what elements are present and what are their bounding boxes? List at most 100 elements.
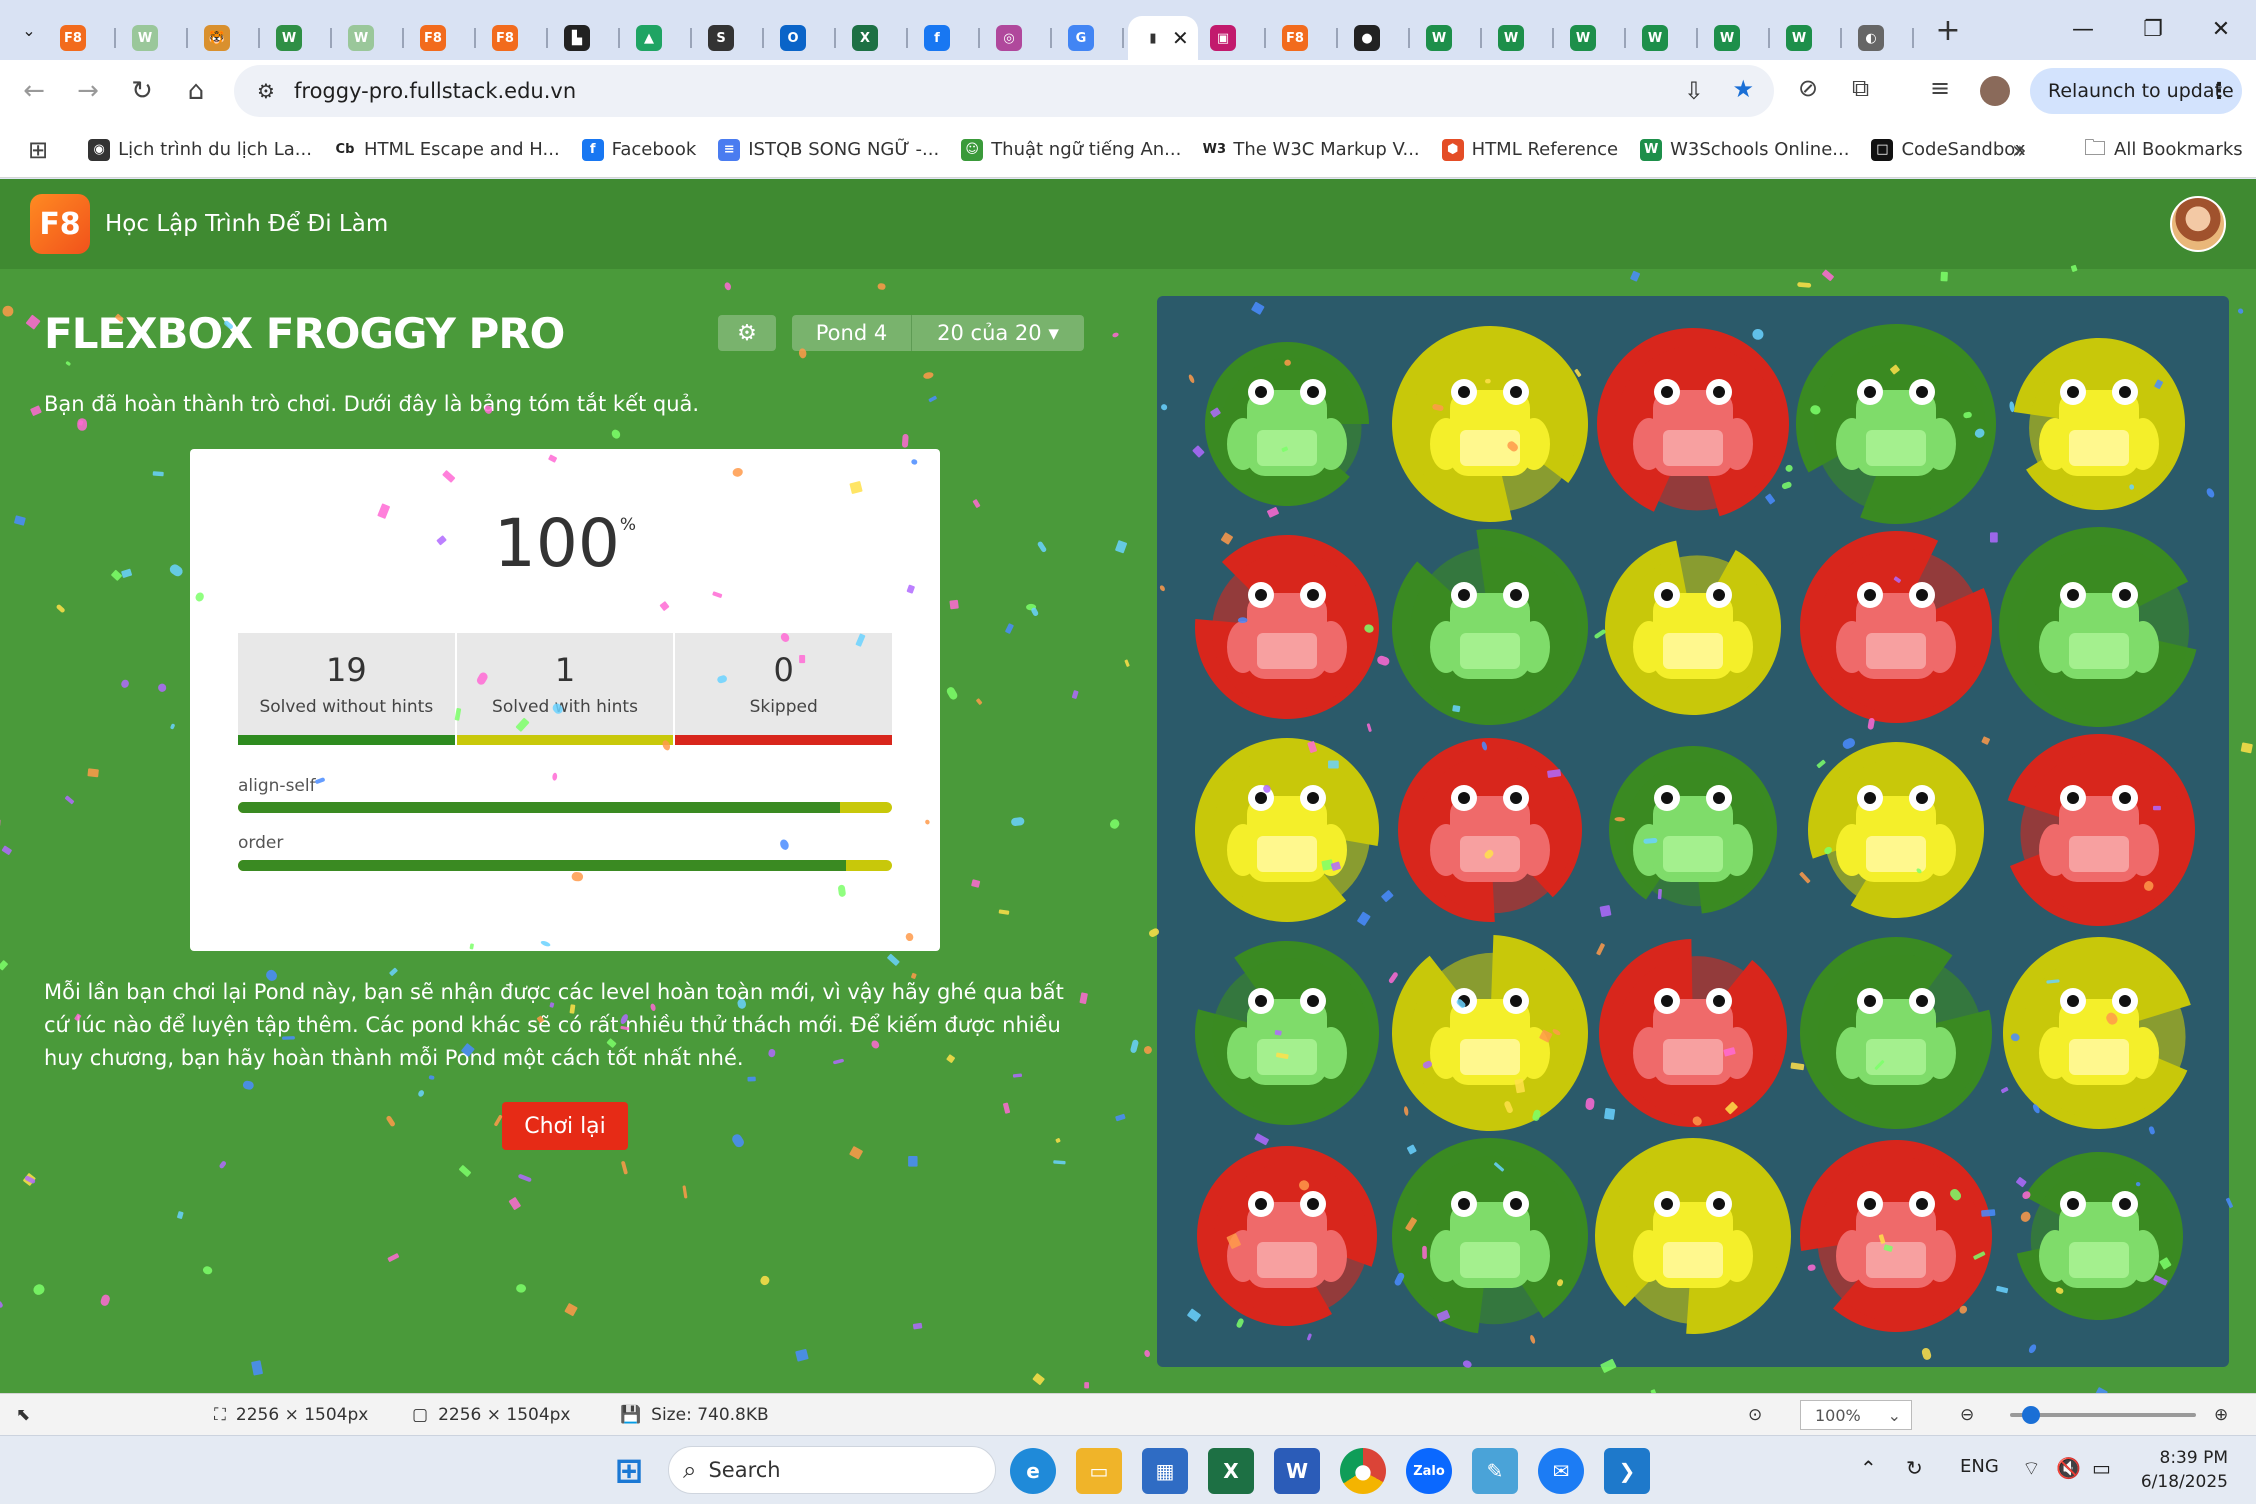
media-icon[interactable]: ≡ xyxy=(1930,74,1950,102)
language-indicator[interactable]: ENG xyxy=(1960,1456,1999,1477)
close-window-button[interactable]: ✕ xyxy=(2186,0,2256,58)
url-text[interactable]: froggy-pro.fullstack.edu.vn xyxy=(294,79,576,103)
browser-tab[interactable]: W xyxy=(1630,16,1702,60)
minimize-button[interactable]: — xyxy=(2048,0,2118,58)
frog-tile xyxy=(1398,738,1582,922)
restore-button[interactable]: ❐ xyxy=(2118,0,2188,58)
browser-tab[interactable]: ◎ xyxy=(984,16,1056,60)
dimensions-text: 2256 × 1504px xyxy=(235,1405,369,1425)
profile-avatar[interactable] xyxy=(1980,76,2010,106)
zalo-icon[interactable]: Zalo xyxy=(1406,1448,1452,1494)
bookmark-item[interactable]: W W3Schools Online... xyxy=(1640,138,1849,161)
f8-logo[interactable]: F8 xyxy=(30,194,90,254)
browser-tab[interactable]: F8 xyxy=(1270,16,1342,60)
level-selector[interactable]: Pond 4 20 của 20 ▾ xyxy=(792,315,1084,351)
browser-tab[interactable]: 🐯 xyxy=(192,16,264,60)
sync-icon[interactable]: ↻ xyxy=(1906,1456,1923,1480)
browser-tab[interactable]: W xyxy=(1486,16,1558,60)
browser-tab[interactable]: ▲ xyxy=(624,16,696,60)
browser-tab[interactable]: F8 xyxy=(48,16,120,60)
paint-icon[interactable]: ✎ xyxy=(1472,1448,1518,1494)
frog-pupil xyxy=(1713,386,1725,398)
zoom-in-icon[interactable]: ⊕ xyxy=(2214,1405,2228,1425)
user-avatar[interactable] xyxy=(2170,196,2226,252)
bookmark-item[interactable]: Cb HTML Escape and H... xyxy=(333,138,560,161)
store-icon[interactable]: ▦ xyxy=(1142,1448,1188,1494)
new-tab-button[interactable]: + xyxy=(1926,8,1970,52)
pond-label[interactable]: Pond 4 xyxy=(792,315,912,351)
browser-tab[interactable]: X xyxy=(840,16,912,60)
bookmark-item[interactable]: □ CodeSandbox xyxy=(1871,138,2025,161)
progress-bar-align-self xyxy=(238,802,892,813)
install-app-icon[interactable]: ⇩ xyxy=(1684,77,1704,105)
reload-button[interactable]: ↻ xyxy=(116,65,168,117)
taskbar-search[interactable]: ⌕ Search xyxy=(668,1446,996,1494)
windows-start-icon[interactable]: ⊞ xyxy=(606,1448,652,1494)
bookmark-item[interactable]: ≡ ISTQB SONG NGỮ -... xyxy=(718,138,939,161)
browser-tab[interactable]: f xyxy=(912,16,984,60)
close-tab-icon[interactable]: ✕ xyxy=(1172,26,1189,50)
browser-tab[interactable]: ▮ ✕ xyxy=(1128,16,1198,60)
apps-grid-icon[interactable]: ⊞ xyxy=(28,136,48,164)
word-icon[interactable]: W xyxy=(1274,1448,1320,1494)
relaunch-button[interactable]: Relaunch to update ⋮ xyxy=(2030,68,2242,114)
level-dropdown[interactable]: 20 của 20 ▾ xyxy=(912,315,1084,351)
frog-belly xyxy=(1663,1242,1723,1278)
browser-tab[interactable]: O xyxy=(768,16,840,60)
chrome-icon[interactable]: ● xyxy=(1340,1448,1386,1494)
messenger-icon[interactable]: ✉ xyxy=(1538,1448,1584,1494)
menu-dots-icon: ⋮ xyxy=(2208,78,2230,104)
home-button[interactable]: ⌂ xyxy=(170,65,222,117)
all-bookmarks-button[interactable]: 🗀 All Bookmarks xyxy=(2084,131,2243,169)
frog-pupil xyxy=(1864,589,1876,601)
zoom-select[interactable]: 100% ⌄ xyxy=(1800,1400,1912,1430)
replay-button[interactable]: Chơi lại xyxy=(502,1102,628,1150)
pond-board xyxy=(1157,296,2229,1367)
extensions-icon[interactable]: ⧉ xyxy=(1852,74,1869,102)
volume-muted-icon[interactable]: 🔇 xyxy=(2056,1456,2081,1480)
bookmark-item[interactable]: W3 The W3C Markup V... xyxy=(1203,138,1420,161)
w3schools-icon: W xyxy=(1498,25,1524,51)
confetti-piece xyxy=(387,1253,400,1262)
compass-icon[interactable]: ⊘ xyxy=(1798,74,1818,102)
forward-button[interactable]: → xyxy=(62,65,114,117)
browser-tab[interactable]: F8 xyxy=(480,16,552,60)
bookmark-item[interactable]: ◉ Lịch trình du lịch La... xyxy=(88,138,312,161)
bookmark-item[interactable]: ⬢ HTML Reference xyxy=(1441,138,1618,161)
edge-icon[interactable]: e xyxy=(1010,1448,1056,1494)
browser-tab[interactable]: W xyxy=(1702,16,1774,60)
browser-tab[interactable]: ▣ xyxy=(1198,16,1270,60)
browser-tab[interactable]: ● xyxy=(1342,16,1414,60)
back-button[interactable]: ← xyxy=(8,65,60,117)
browser-tab[interactable]: F8 xyxy=(408,16,480,60)
browser-tab[interactable]: W xyxy=(1558,16,1630,60)
file-explorer-icon[interactable]: ▭ xyxy=(1076,1448,1122,1494)
system-clock[interactable]: 8:39 PM 6/18/2025 xyxy=(2141,1446,2228,1494)
star-icon[interactable]: ★ xyxy=(1732,75,1754,103)
excel-icon[interactable]: X xyxy=(1208,1448,1254,1494)
bookmark-item[interactable]: f Facebook xyxy=(581,138,696,161)
browser-tab[interactable]: W xyxy=(336,16,408,60)
browser-tab[interactable]: W xyxy=(264,16,336,60)
browser-tab[interactable]: W xyxy=(1774,16,1846,60)
zoom-out-icon[interactable]: ⊖ xyxy=(1960,1405,1974,1425)
browser-tab[interactable]: S xyxy=(696,16,768,60)
battery-icon[interactable]: ▭ xyxy=(2092,1456,2111,1480)
browser-tab[interactable]: G xyxy=(1056,16,1128,60)
address-bar[interactable]: ⚙ froggy-pro.fullstack.edu.vn ⇩ ★ xyxy=(234,65,1774,117)
vscode-icon[interactable]: ❯ xyxy=(1604,1448,1650,1494)
wifi-icon[interactable]: ⌔ xyxy=(2022,1456,2041,1481)
browser-tab[interactable]: ◐ xyxy=(1846,16,1918,60)
more-bookmarks-icon[interactable]: » xyxy=(2012,136,2027,164)
zoom-slider-handle[interactable] xyxy=(2022,1406,2040,1424)
frog-pupil xyxy=(1916,995,1928,1007)
browser-tab[interactable]: W xyxy=(1414,16,1486,60)
site-info-icon[interactable]: ⚙ xyxy=(246,79,286,103)
browser-tab[interactable]: ▙ xyxy=(552,16,624,60)
fit-icon[interactable]: ⊙ xyxy=(1748,1405,1762,1425)
bookmark-item[interactable]: ☺ Thuật ngữ tiếng An... xyxy=(961,138,1181,161)
browser-tab[interactable]: W xyxy=(120,16,192,60)
tab-search-button[interactable]: ⌄ xyxy=(10,11,48,49)
settings-button[interactable]: ⚙ xyxy=(718,315,776,351)
chevron-up-icon[interactable]: ⌃ xyxy=(1860,1456,1877,1480)
